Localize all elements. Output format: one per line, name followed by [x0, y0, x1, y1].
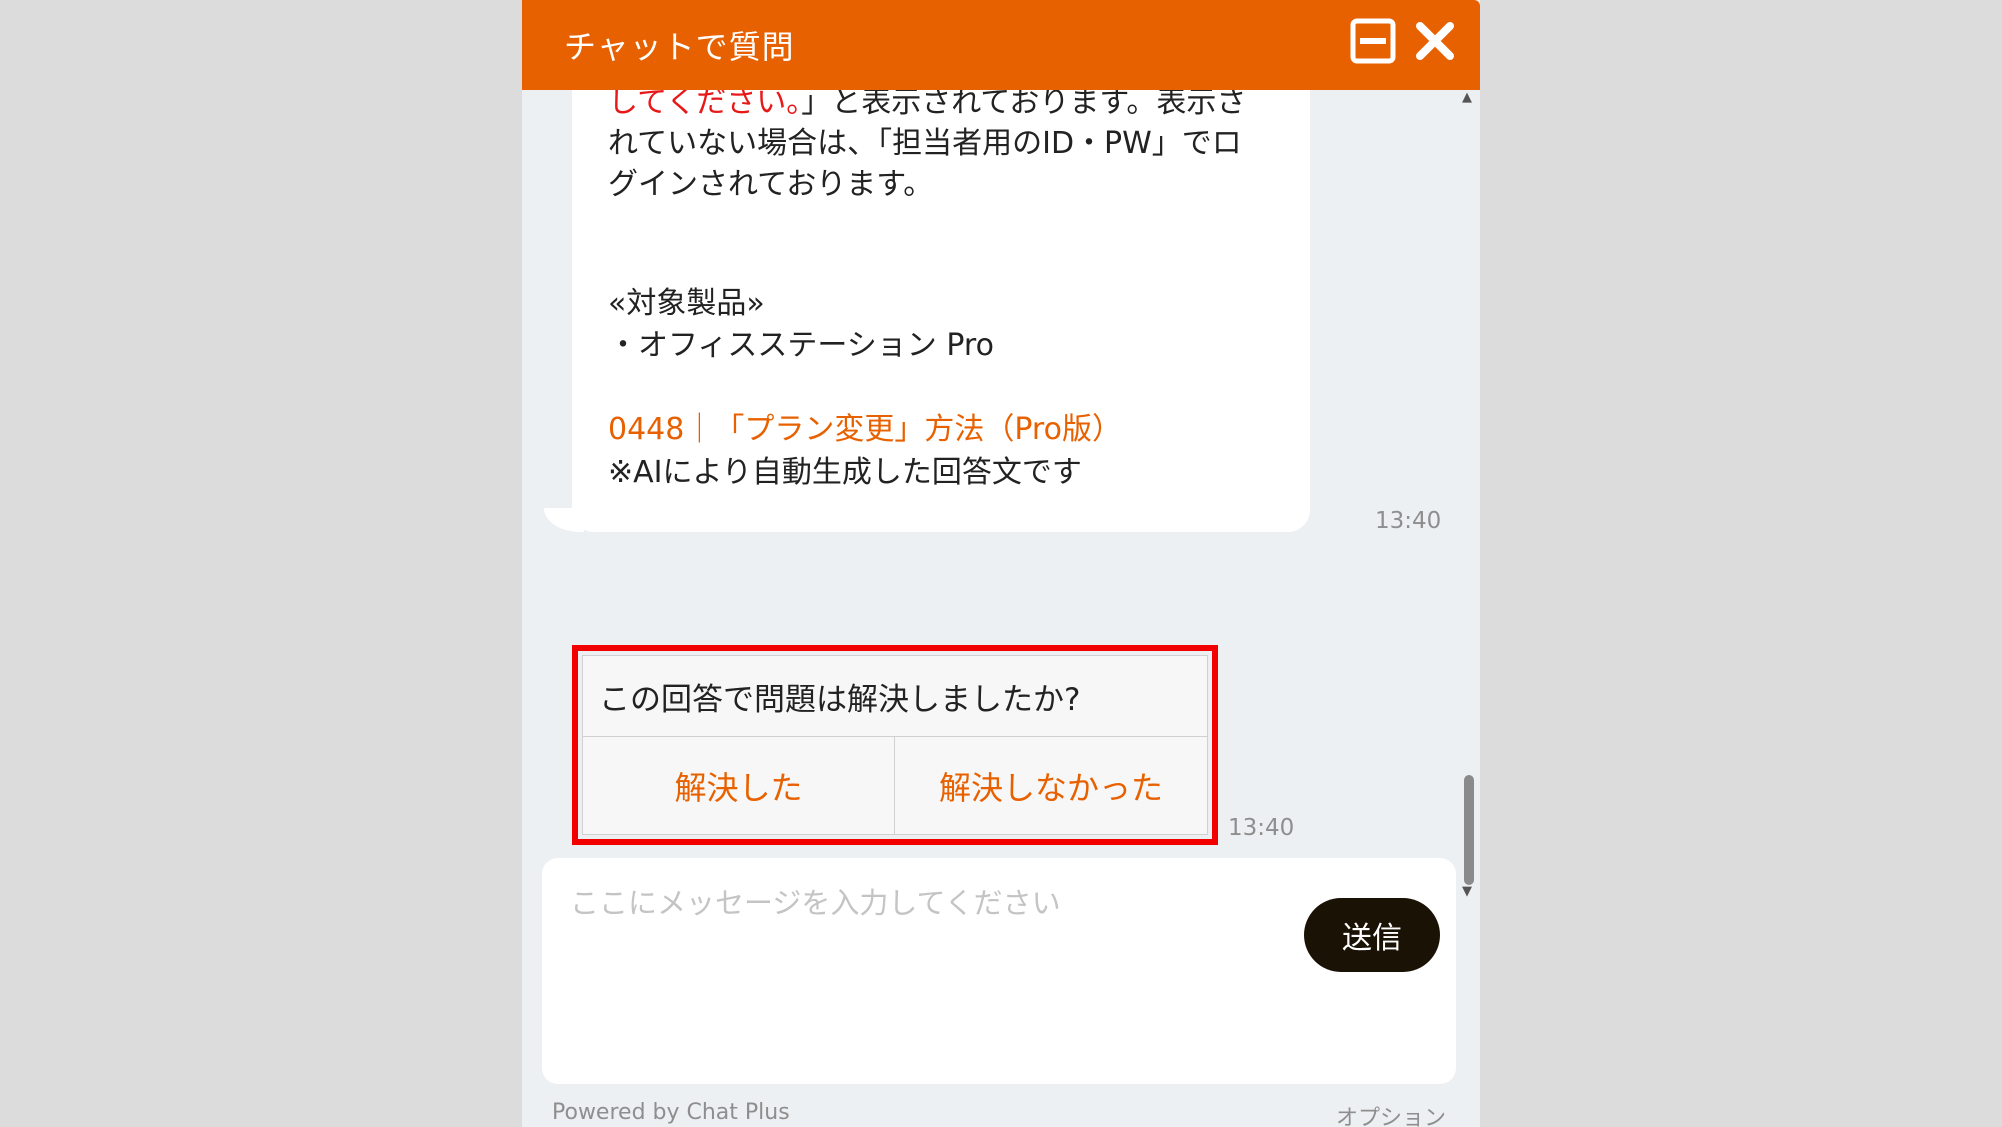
- ai-disclaimer: ※AIにより自動生成した回答文です: [608, 455, 1082, 490]
- message-line-2: れていない場合は、「担当者用のID・PW」でロ: [608, 126, 1242, 161]
- options-link[interactable]: オプション: [1336, 1100, 1446, 1127]
- chat-title: チャットで質問: [564, 28, 795, 66]
- chat-footer: Powered by Chat Plus オプション: [522, 1090, 1480, 1127]
- resolved-button[interactable]: 解決した: [583, 737, 895, 834]
- product-heading: «対象製品»: [608, 286, 765, 321]
- scrollbar[interactable]: ▲ ▼: [1460, 90, 1476, 910]
- product-item: ・オフィスステーション Pro: [608, 328, 994, 363]
- faq-link[interactable]: 0448｜「プラン変更」方法（Pro版）: [608, 409, 1122, 450]
- message-list: してください。」と表示されております。表示さ れていない場合は、「担当者用のID…: [522, 90, 1480, 857]
- powered-by-text: Powered by Chat Plus: [552, 1100, 790, 1125]
- chat-header: チャットで質問: [522, 0, 1480, 90]
- close-icon: [1416, 22, 1454, 60]
- message-line-3: グインされております。: [608, 167, 934, 202]
- highlighted-instruction: してください。: [608, 90, 802, 120]
- send-button[interactable]: 送信: [1304, 898, 1440, 972]
- not-resolved-button[interactable]: 解決しなかった: [895, 737, 1207, 834]
- minimize-icon: [1350, 18, 1396, 64]
- chat-window: チャットで質問 してください。」と表示されております。表示さ れていない場合は、…: [522, 0, 1480, 1127]
- minimize-button[interactable]: [1350, 18, 1396, 64]
- message-timestamp: 13:40: [1375, 508, 1442, 534]
- resolution-survey: この回答で問題は解決しましたか? 解決した 解決しなかった: [582, 655, 1208, 835]
- survey-timestamp: 13:40: [1228, 815, 1295, 841]
- scroll-thumb[interactable]: [1464, 775, 1474, 885]
- message-line-1: してください。」と表示されております。表示さ: [608, 90, 1246, 123]
- scroll-down-icon[interactable]: ▼: [1462, 884, 1472, 899]
- survey-question: この回答で問題は解決しましたか?: [599, 682, 1081, 718]
- close-button[interactable]: [1412, 18, 1458, 64]
- message-line-1-rest: 」と表示されております。表示さ: [801, 90, 1247, 120]
- scroll-up-icon[interactable]: ▲: [1462, 90, 1472, 105]
- message-composer: 送信: [542, 858, 1456, 1084]
- message-input[interactable]: [568, 878, 1268, 1058]
